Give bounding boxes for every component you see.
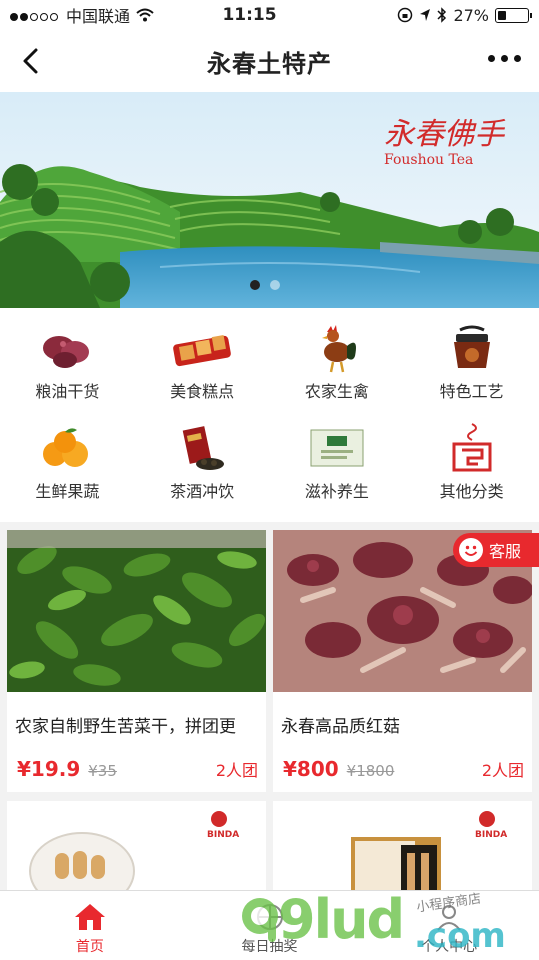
product-original-price: ¥1800: [346, 762, 395, 780]
category-label: 滋补养生: [304, 482, 369, 501]
category-label: 特色工艺: [439, 382, 504, 401]
orange-fruit-icon: [35, 422, 99, 474]
tab-profile[interactable]: 个人中心: [359, 891, 539, 960]
rotation-lock-icon: [398, 7, 413, 23]
category-label: 生鲜果蔬: [35, 482, 100, 501]
craft-pot-icon: [440, 322, 504, 374]
product-image: BINDA: [273, 801, 532, 901]
product-card[interactable]: 农家自制野生苦菜干，拼团更 ¥19.9 ¥35 2人团: [7, 530, 266, 792]
group-size-badge: 2人团: [215, 761, 258, 780]
pastry-icon: [170, 322, 234, 374]
product-original-price: ¥35: [88, 762, 117, 780]
rooster-icon: [305, 322, 369, 374]
smile-icon: [459, 538, 483, 562]
category-item[interactable]: 生鲜果蔬: [0, 422, 135, 522]
dried-mushroom-icon: [35, 322, 99, 374]
location-arrow-icon: [420, 9, 431, 21]
category-item[interactable]: 粮油干货: [0, 322, 135, 422]
lottery-wheel-icon: [256, 904, 283, 930]
product-name: 农家自制野生苦菜干，拼团更: [15, 717, 236, 737]
carousel-dot[interactable]: [270, 280, 280, 290]
category-grid: 粮油干货 美食糕点 农家生禽 特色工艺 生鲜果蔬 茶酒冲饮 滋补养生 其他分类: [0, 308, 539, 522]
banner-image: 永春佛手 Foushou Tea: [0, 92, 539, 308]
customer-service-label: 客服: [489, 542, 522, 561]
tonic-box-icon: [305, 422, 369, 474]
battery-icon: [495, 7, 532, 23]
carousel-dot[interactable]: [250, 280, 260, 290]
product-name: 永春高品质红菇: [281, 717, 400, 737]
tab-label: 首页: [75, 939, 104, 955]
navigation-bar: 永春土特产: [0, 30, 539, 92]
customer-service-button[interactable]: 客服: [453, 533, 539, 567]
back-arrow-icon[interactable]: [14, 44, 48, 78]
category-label: 美食糕点: [170, 382, 235, 401]
product-card[interactable]: BINDA: [273, 801, 532, 901]
product-price: ¥19.9: [17, 757, 81, 781]
more-menu-icon[interactable]: [488, 55, 521, 62]
category-label: 茶酒冲饮: [170, 482, 235, 501]
product-price: ¥800: [283, 757, 339, 781]
category-item[interactable]: 茶酒冲饮: [135, 422, 270, 522]
product-grid: 农家自制野生苦菜干，拼团更 ¥19.9 ¥35 2人团 永春高品质红菇 ¥800…: [7, 530, 532, 901]
product-brand: BINDA: [475, 830, 507, 840]
category-label: 农家生禽: [304, 382, 369, 401]
product-card[interactable]: BINDA: [7, 801, 266, 901]
status-bar: 中国联通 11:15 27%: [0, 0, 539, 30]
tab-home[interactable]: 首页: [0, 891, 180, 960]
tab-label: 个人中心: [421, 939, 478, 955]
category-item[interactable]: 农家生禽: [270, 322, 405, 422]
bottom-tab-bar: 首页 每日抽奖 个人中心: [0, 890, 539, 960]
tea-pack-icon: [170, 422, 234, 474]
category-item[interactable]: 特色工艺: [404, 322, 539, 422]
tab-daily-lottery[interactable]: 每日抽奖: [180, 891, 360, 960]
wifi-icon: [136, 8, 154, 22]
product-image: [7, 530, 266, 692]
page-title: 永春土特产: [207, 49, 332, 78]
banner-brand-en: Foushou Tea: [384, 152, 473, 168]
category-item[interactable]: 美食糕点: [135, 322, 270, 422]
category-item[interactable]: 滋补养生: [270, 422, 405, 522]
user-icon: [437, 905, 461, 931]
banner-carousel[interactable]: 永春佛手 Foushou Tea: [0, 92, 539, 308]
home-icon: [74, 904, 105, 930]
product-card[interactable]: 永春高品质红菇 ¥800 ¥1800 2人团: [273, 530, 532, 792]
carousel-indicator: [250, 280, 280, 290]
product-brand: BINDA: [207, 830, 239, 840]
other-pattern-icon: [440, 422, 504, 474]
carrier-label: 中国联通: [66, 7, 131, 26]
tab-label: 每日抽奖: [241, 939, 298, 955]
clock: 11:15: [222, 5, 277, 25]
category-item[interactable]: 其他分类: [404, 422, 539, 522]
bluetooth-icon: [437, 7, 447, 23]
signal-strength-icon: [10, 6, 60, 25]
product-image: BINDA: [7, 801, 266, 901]
category-label: 其他分类: [439, 482, 504, 501]
group-size-badge: 2人团: [481, 761, 524, 780]
category-label: 粮油干货: [35, 382, 100, 401]
battery-percent: 27%: [453, 5, 489, 25]
banner-brand-cn: 永春佛手: [384, 117, 506, 152]
